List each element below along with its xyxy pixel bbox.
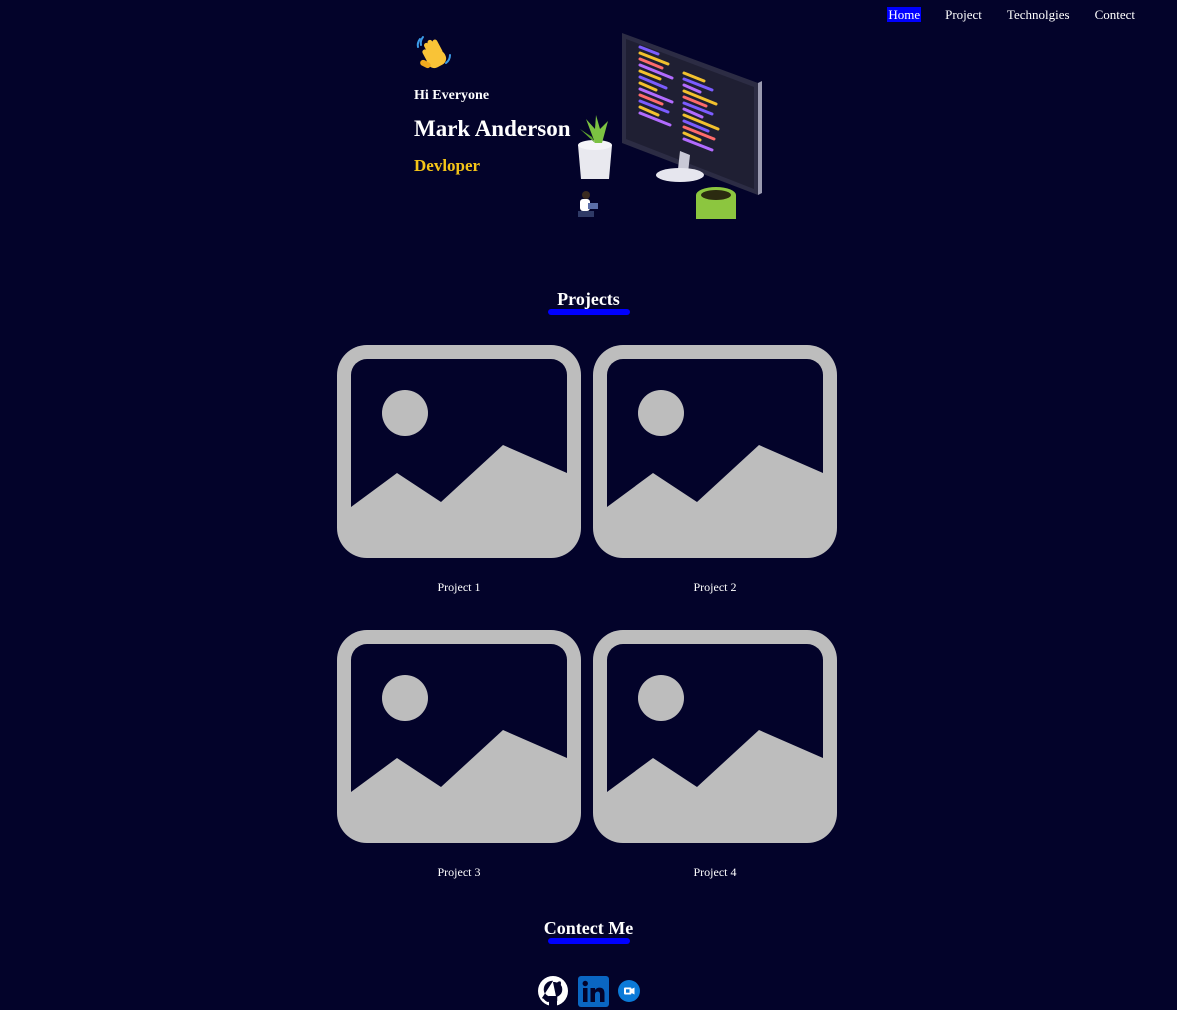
projects-title: Projects (557, 289, 620, 309)
hero-intro: Hi Everyone Mark Anderson Devloper (414, 33, 584, 176)
email-icon (618, 980, 640, 1002)
project-caption: Project 4 (693, 865, 737, 879)
github-link[interactable] (537, 975, 569, 1007)
email-link[interactable] (618, 980, 640, 1002)
hero-role: Devloper (414, 156, 481, 175)
project-card[interactable]: Project 4 (593, 630, 837, 879)
project-card[interactable]: Project 2 (593, 345, 837, 594)
nav-item-home[interactable]: Home (887, 7, 922, 22)
linkedin-link[interactable] (578, 975, 609, 1007)
project-caption: Project 3 (437, 865, 481, 879)
project-caption: Project 1 (437, 580, 481, 594)
contact-title: Contect Me (543, 918, 634, 938)
portfolio-page: Home Project Technolgies Contect Hi Ever… (0, 0, 1177, 1010)
nav-item-contact[interactable]: Contect (1094, 7, 1136, 22)
developer-desk-illustration (578, 33, 762, 219)
top-nav: Home Project Technolgies Contect (887, 7, 1136, 22)
projects-heading: Projects (0, 289, 1177, 315)
project-caption: Project 2 (693, 580, 737, 594)
projects-grid: Project 1 Project 2 Project 3 Project 4 (337, 345, 837, 879)
linkedin-icon (578, 975, 609, 1007)
image-placeholder-icon (593, 630, 837, 843)
nav-item-technologies[interactable]: Technolgies (1006, 7, 1071, 22)
image-placeholder-icon (593, 345, 837, 558)
hero-greeting: Hi Everyone (414, 88, 490, 103)
social-links (0, 975, 1177, 1007)
github-icon (538, 976, 568, 1007)
project-card[interactable]: Project 3 (337, 630, 581, 879)
image-placeholder-icon (337, 345, 581, 558)
hero-name: Mark Anderson (414, 116, 571, 141)
contact-heading: Contect Me (0, 918, 1177, 944)
nav-item-project[interactable]: Project (944, 7, 983, 22)
image-placeholder-icon (337, 630, 581, 843)
waving-hand-icon (416, 36, 451, 69)
project-card[interactable]: Project 1 (337, 345, 581, 594)
